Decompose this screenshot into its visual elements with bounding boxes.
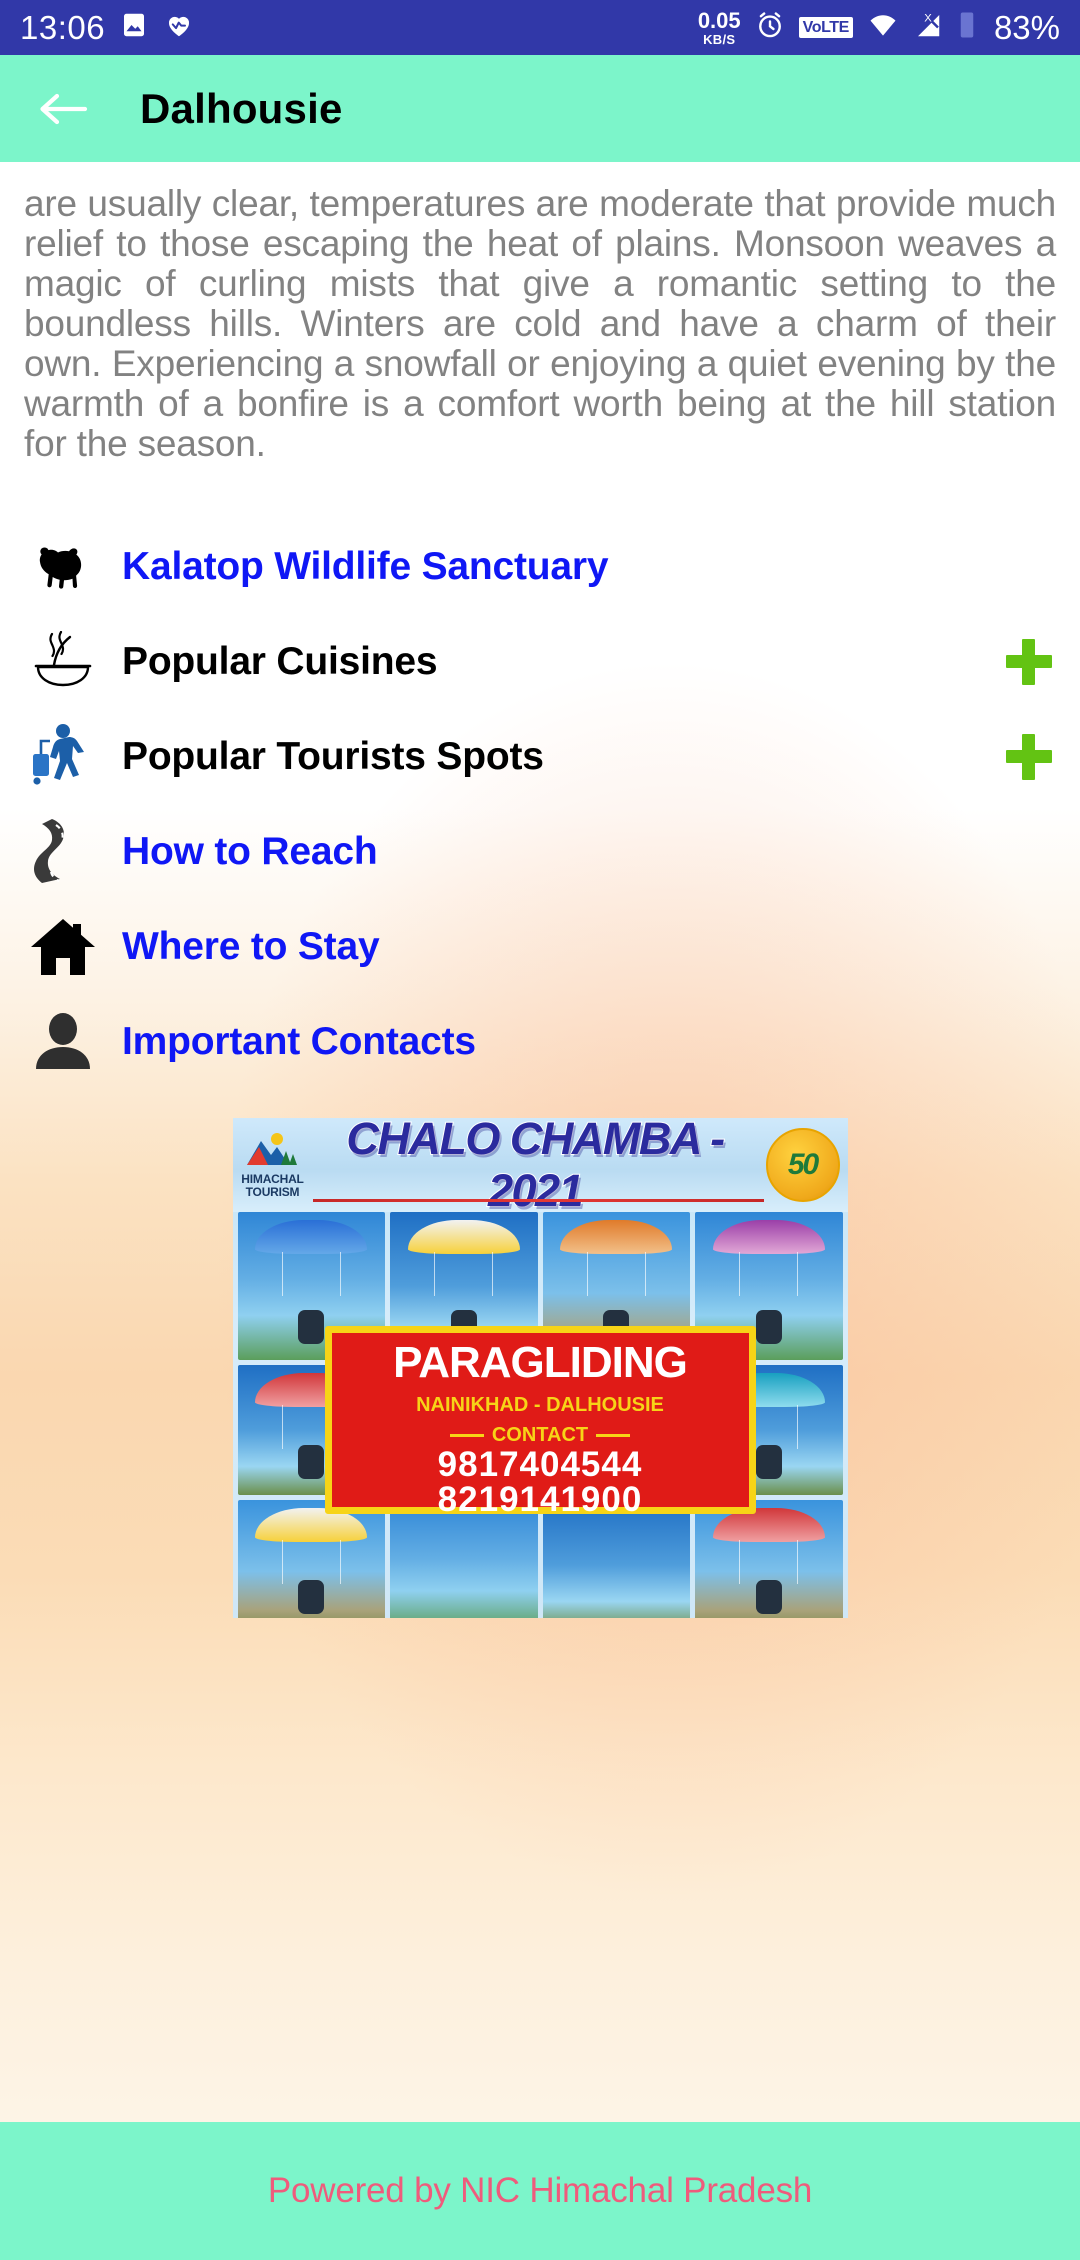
seal-number: 50 [787,1147,819,1181]
wifi-icon [866,10,900,45]
menu-item-popular-tourists-spots[interactable]: Popular Tourists Spots [0,710,1080,805]
footer-text: Powered by NIC Himachal Pradesh [267,2171,813,2210]
data-rate-unit: KB/S [703,31,736,47]
poster-header: HIMACHAL TOURISM CHALO CHAMBA - 2021 50 [232,1117,848,1217]
menu-item-label: How to Reach [122,830,378,874]
menu-item-popular-cuisines[interactable]: Popular Cuisines [0,615,1080,710]
himachal-tourism-label: HIMACHAL TOURISM [241,1172,304,1199]
traveler-icon [26,720,100,794]
status-bar: 13:06 0.05 KB/S VoLTE X 83% [0,0,1080,55]
expand-popular-cuisines-button[interactable] [1006,639,1052,686]
menu-item-label: Important Contacts [122,1020,476,1064]
page-title: Dalhousie [140,84,343,132]
signal-icon: X [913,10,943,45]
status-bar-left: 13:06 [20,10,195,45]
data-rate-indicator: 0.05 KB/S [697,7,741,47]
poster-container: HIMACHAL TOURISM CHALO CHAMBA - 2021 50 [0,1117,1080,1618]
description-paragraph: are usually clear, temperatures are mode… [24,183,1056,464]
mountain-tree-icon [245,1131,301,1173]
divider-left [449,1433,484,1437]
person-icon [26,1005,100,1079]
status-clock: 13:06 [20,9,106,46]
footer-bar: Powered by NIC Himachal Pradesh [0,2122,1080,2260]
contact-phone-1: 9817404544 [437,1444,643,1484]
image-icon [119,10,149,45]
paragliding-title: PARAGLIDING [393,1337,688,1387]
alarm-clock-icon [754,9,786,46]
menu-item-important-contacts[interactable]: Important Contacts [0,995,1080,1090]
poster-divider [312,1198,764,1202]
poster-headline: CHALO CHAMBA - 2021 [345,1117,726,1217]
menu-item-kalatop-wildlife-sanctuary[interactable]: Kalatop Wildlife Sanctuary [0,520,1080,615]
photo-cell [237,1499,385,1618]
status-bar-right: 0.05 KB/S VoLTE X 83% [698,9,1060,47]
battery-percent: 83% [993,8,1060,46]
expand-popular-tourists-spots-button[interactable] [1006,734,1052,781]
data-rate-value: 0.05 [697,7,741,33]
heart-icon [163,10,195,45]
svg-text:X: X [924,12,932,24]
menu-item-label: Kalatop Wildlife Sanctuary [122,545,609,589]
chalo-chamba-poster[interactable]: HIMACHAL TOURISM CHALO CHAMBA - 2021 50 [232,1117,848,1618]
road-icon [26,815,100,889]
contact-phone-2: 8219141900 [437,1480,643,1520]
contact-divider-row: CONTACT [449,1423,631,1447]
app-bar: Dalhousie [0,55,1080,162]
menu-item-label: Popular Cuisines [122,640,438,684]
paragliding-ad-box: PARAGLIDING NAINIKHAD - DALHOUSIE CONTAC… [324,1325,756,1518]
back-button[interactable] [34,80,92,138]
himachal-tourism-logo: HIMACHAL TOURISM [241,1131,305,1198]
app-screen: 13:06 0.05 KB/S VoLTE X 83% Dalhousie ar… [0,0,1080,2260]
home-icon [26,910,100,984]
menu-item-label: Popular Tourists Spots [122,735,544,779]
menu-item-where-to-stay[interactable]: Where to Stay [0,900,1080,995]
menu-item-how-to-reach[interactable]: How to Reach [0,805,1080,900]
menu-list: Kalatop Wildlife Sanctuary Popular Cuisi… [0,520,1080,1090]
divider-right [596,1433,631,1437]
50-years-seal-icon: 50 [765,1127,840,1202]
volte-icon: VoLTE [798,16,853,39]
sim-icon [956,10,978,45]
menu-item-label: Where to Stay [122,925,380,969]
paragliding-location: NAINIKHAD - DALHOUSIE [416,1393,664,1416]
photo-cell [695,1499,843,1618]
content-scroll-area[interactable]: are usually clear, temperatures are mode… [0,162,1080,2122]
soup-bowl-icon [26,625,100,699]
bear-icon [26,530,100,604]
contact-label: CONTACT [491,1423,589,1446]
